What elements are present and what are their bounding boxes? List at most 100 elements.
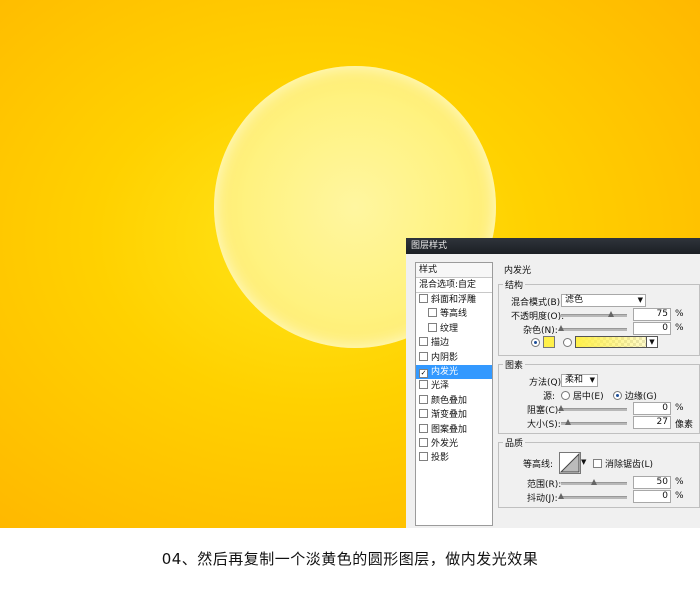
noise-input[interactable]: 0	[633, 322, 671, 335]
style-item-inner-glow[interactable]: ✓ 内发光	[416, 364, 492, 380]
technique-value: 柔和	[565, 375, 584, 385]
choke-unit: %	[675, 403, 684, 413]
opacity-unit: %	[675, 309, 684, 319]
solid-color-radio[interactable]	[531, 338, 540, 347]
checkbox-icon[interactable]	[419, 337, 428, 347]
noise-row: 杂色(N): 0 %	[503, 321, 695, 336]
quality-group: 品质 等高线: ▼ 消除锯齿(L) 范围(R): 50 % 抖动(J): 0 %	[498, 436, 700, 508]
style-item-stroke[interactable]: 描边	[416, 336, 492, 350]
size-input[interactable]: 27	[633, 416, 671, 429]
jitter-slider[interactable]	[558, 493, 627, 499]
quality-legend: 品质	[505, 439, 524, 449]
checkbox-icon[interactable]	[419, 409, 428, 419]
caption-text: 04、然后再复制一个淡黄色的圆形图层，做内发光效果	[161, 550, 539, 568]
style-item-outer-glow[interactable]: 外发光	[416, 437, 492, 451]
choke-row: 阻塞(C): 0 %	[503, 401, 695, 416]
range-slider[interactable]	[561, 479, 627, 485]
noise-slider-thumb[interactable]	[558, 325, 564, 331]
style-item-label: 等高线	[440, 309, 468, 320]
styles-header[interactable]: 样式	[416, 263, 492, 278]
inner-glow-panel: 内发光 结构 混合模式(B): 滤色 ▼ 不透明度(O): 75 % 杂色(N)…	[496, 260, 700, 508]
range-slider-thumb[interactable]	[591, 479, 597, 485]
elements-group: 图素 方法(Q): 柔和 ▼ 源: 居中(E) 边缘(G) 阻塞(C): 0 %	[498, 358, 700, 434]
gradient-dropdown-icon[interactable]: ▼	[646, 336, 658, 348]
size-slider-thumb[interactable]	[565, 419, 571, 425]
jitter-row: 抖动(J): 0 %	[503, 489, 695, 504]
jitter-label: 抖动(J):	[527, 494, 558, 504]
checkbox-icon[interactable]	[419, 394, 428, 404]
style-item-label: 投影	[431, 453, 450, 464]
style-item-contour[interactable]: 等高线	[416, 307, 492, 321]
style-item-drop-shadow[interactable]: 投影	[416, 451, 492, 465]
dropdown-arrow-icon: ▼	[589, 376, 595, 384]
checkbox-icon[interactable]	[419, 452, 428, 462]
dropdown-arrow-icon: ▼	[637, 296, 643, 304]
size-label: 大小(S):	[527, 420, 561, 430]
style-item-inner-shadow[interactable]: 内阴影	[416, 351, 492, 365]
panel-title: 内发光	[504, 266, 532, 276]
size-row: 大小(S): 27 像素	[503, 415, 695, 430]
elements-legend: 图素	[505, 361, 524, 371]
glow-color-swatch[interactable]	[543, 336, 555, 348]
layer-style-dialog: 图层样式 样式 混合选项:自定 斜面和浮雕 等高线 纹理 描边 内阴影 ✓ 内发光…	[406, 238, 700, 528]
choke-input[interactable]: 0	[633, 402, 671, 415]
gradient-picker[interactable]	[575, 336, 647, 348]
jitter-unit: %	[675, 491, 684, 501]
style-item-gradient-overlay[interactable]: 渐变叠加	[416, 408, 492, 422]
blend-options-item[interactable]: 混合选项:自定	[416, 278, 492, 293]
contour-label: 等高线:	[523, 460, 554, 470]
structure-group: 结构 混合模式(B): 滤色 ▼ 不透明度(O): 75 % 杂色(N): 0 …	[498, 278, 700, 356]
style-item-satin[interactable]: 光泽	[416, 379, 492, 393]
checkbox-icon[interactable]	[428, 322, 437, 332]
dialog-title[interactable]: 图层样式	[406, 238, 700, 254]
source-row: 源: 居中(E) 边缘(G)	[503, 387, 695, 402]
size-unit: 像素	[675, 420, 694, 430]
checkbox-icon[interactable]	[593, 459, 602, 468]
opacity-slider-thumb[interactable]	[607, 311, 614, 317]
contour-curve-icon	[559, 452, 580, 473]
blend-mode-row: 混合模式(B): 滤色 ▼	[503, 293, 695, 308]
style-item-label: 斜面和浮雕	[431, 295, 477, 305]
contour-picker[interactable]	[559, 452, 581, 474]
style-item-bevel[interactable]: 斜面和浮雕	[416, 293, 492, 307]
contour-row: 等高线: ▼ 消除锯齿(L)	[503, 451, 695, 475]
gradient-radio[interactable]	[563, 338, 572, 347]
size-slider[interactable]	[561, 419, 627, 425]
checkbox-icon[interactable]	[419, 437, 428, 447]
range-input[interactable]: 50	[633, 476, 671, 489]
checkbox-icon[interactable]	[419, 380, 428, 390]
style-item-texture[interactable]: 纹理	[416, 322, 492, 336]
contour-dropdown-icon[interactable]: ▼	[581, 458, 586, 466]
style-item-pattern-overlay[interactable]: 图案叠加	[416, 423, 492, 437]
checkbox-icon[interactable]	[419, 294, 428, 303]
technique-row: 方法(Q): 柔和 ▼	[503, 373, 695, 388]
style-item-label: 颜色叠加	[431, 395, 468, 406]
checkbox-icon[interactable]	[419, 351, 428, 361]
style-item-label: 内阴影	[431, 352, 459, 363]
checkbox-checked-icon[interactable]: ✓	[419, 368, 428, 378]
noise-slider[interactable]	[558, 325, 627, 331]
antialias-option[interactable]: 消除锯齿(L)	[593, 457, 653, 470]
antialias-label: 消除锯齿(L)	[605, 460, 654, 470]
style-item-color-overlay[interactable]: 颜色叠加	[416, 394, 492, 408]
opacity-slider[interactable]	[561, 311, 627, 317]
choke-slider[interactable]	[558, 405, 627, 411]
center-radio[interactable]	[561, 391, 570, 400]
blend-mode-select[interactable]: 滤色 ▼	[561, 294, 646, 307]
jitter-slider-thumb[interactable]	[558, 493, 564, 499]
structure-legend: 结构	[505, 281, 524, 291]
color-row: ▼	[503, 335, 695, 351]
choke-slider-thumb[interactable]	[558, 405, 564, 411]
technique-select[interactable]: 柔和 ▼	[561, 374, 598, 387]
style-item-label: 内发光	[431, 366, 459, 377]
styles-list: 样式 混合选项:自定 斜面和浮雕 等高线 纹理 描边 内阴影 ✓ 内发光 光泽 颜…	[415, 262, 493, 526]
style-item-label: 渐变叠加	[431, 410, 468, 421]
checkbox-icon[interactable]	[419, 423, 428, 433]
opacity-row: 不透明度(O): 75 %	[503, 307, 695, 322]
edge-radio[interactable]	[613, 391, 622, 400]
checkbox-icon[interactable]	[428, 308, 437, 318]
noise-unit: %	[675, 323, 684, 333]
style-item-label: 描边	[431, 338, 450, 349]
jitter-input[interactable]: 0	[633, 490, 671, 503]
opacity-input[interactable]: 75	[633, 308, 671, 321]
